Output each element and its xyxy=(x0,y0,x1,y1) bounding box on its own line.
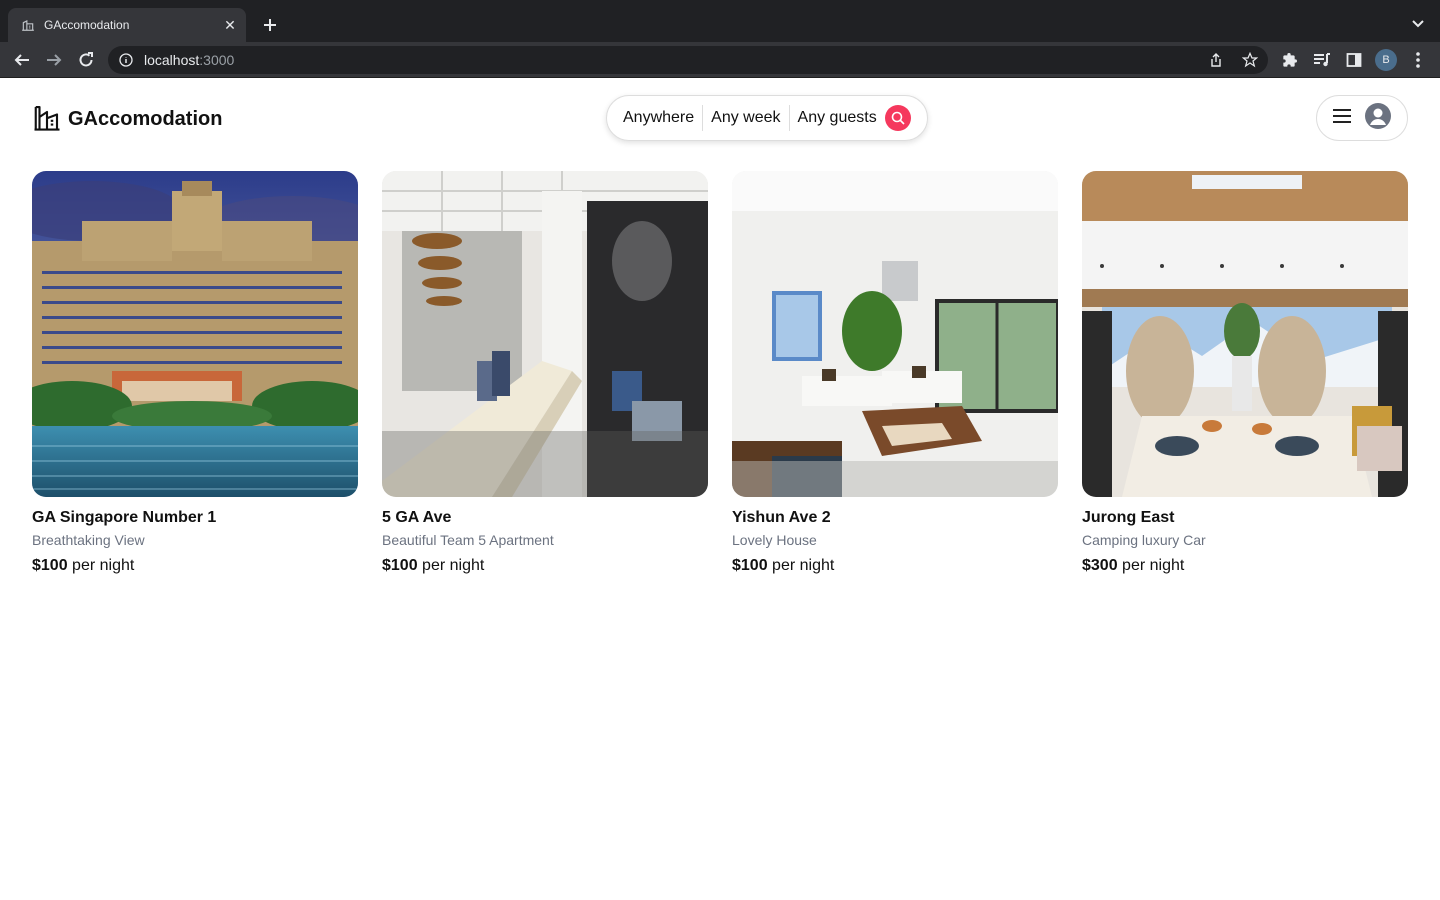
browser-menu-kebab-icon[interactable] xyxy=(1406,48,1430,72)
listing-subtitle: Breathtaking View xyxy=(32,532,145,548)
search-divider xyxy=(702,105,704,131)
listing-price-unit: per night xyxy=(422,557,485,574)
extensions-puzzle-icon[interactable] xyxy=(1278,48,1302,72)
search-button[interactable] xyxy=(884,105,911,131)
url-text: localhost:3000 xyxy=(144,52,234,68)
listing-photo-living-room[interactable] xyxy=(732,171,1058,497)
listing-photo-camper[interactable] xyxy=(1082,171,1408,497)
search-bar[interactable]: Anywhere Any week Any guests xyxy=(606,95,928,141)
search-who[interactable]: Any guests xyxy=(798,109,877,127)
search-when[interactable]: Any week xyxy=(711,109,780,127)
building-logo-icon xyxy=(32,102,62,137)
logo-text: GAccomodation xyxy=(68,108,223,130)
browser-tab-strip: GAccomodation ✕ xyxy=(0,0,1440,42)
back-arrow-icon[interactable] xyxy=(10,48,34,72)
listing-price: $100 per night xyxy=(32,557,358,575)
forward-arrow-icon[interactable] xyxy=(42,48,66,72)
new-tab-icon[interactable] xyxy=(258,13,282,37)
address-bar[interactable]: localhost:3000 xyxy=(108,46,1268,74)
site-info-icon[interactable] xyxy=(118,52,134,68)
url-port: :3000 xyxy=(199,52,235,68)
listing-price-unit: per night xyxy=(1122,557,1185,574)
search-icon xyxy=(891,111,905,125)
listing-subtitle: Lovely House xyxy=(732,532,817,548)
listing-photo-hotel[interactable] xyxy=(32,171,358,497)
listing-price-amount: $100 xyxy=(382,557,418,574)
listing-price-unit: per night xyxy=(772,557,835,574)
share-icon[interactable] xyxy=(1206,50,1226,70)
listing-price: $100 per night xyxy=(382,557,708,575)
bookmark-star-icon[interactable] xyxy=(1240,50,1260,70)
close-tab-icon[interactable]: ✕ xyxy=(220,15,240,35)
user-menu-button[interactable] xyxy=(1316,95,1408,141)
user-avatar-icon xyxy=(1364,102,1392,135)
search-where[interactable]: Anywhere xyxy=(623,109,694,127)
reload-icon[interactable] xyxy=(74,48,98,72)
listing-price-amount: $100 xyxy=(32,557,68,574)
building-favicon-icon xyxy=(20,17,36,33)
listing-card[interactable]: Yishun Ave 2 Lovely House $100 per night xyxy=(732,171,1058,575)
browser-tab[interactable]: GAccomodation ✕ xyxy=(8,8,246,42)
page-content: GAccomodation Anywhere Any week Any gues… xyxy=(0,79,1440,900)
listing-price-unit: per night xyxy=(72,557,135,574)
listing-photo-coworking[interactable] xyxy=(382,171,708,497)
browser-toolbar: localhost:3000 xyxy=(0,42,1440,78)
logo[interactable]: GAccomodation xyxy=(32,102,222,137)
listing-subtitle: Camping luxury Car xyxy=(1082,532,1206,548)
media-queue-icon[interactable] xyxy=(1310,48,1334,72)
search-divider xyxy=(788,105,790,131)
listing-card[interactable]: GA Singapore Number 1 Breathtaking View … xyxy=(32,171,358,575)
listing-subtitle: Beautiful Team 5 Apartment xyxy=(382,532,554,548)
listing-card[interactable]: Jurong East Camping luxury Car $300 per … xyxy=(1082,171,1408,575)
tab-search-chevron-icon[interactable] xyxy=(1408,14,1428,34)
hamburger-menu-icon xyxy=(1332,108,1352,129)
listing-price: $300 per night xyxy=(1082,557,1408,575)
listings-grid: GA Singapore Number 1 Breathtaking View … xyxy=(32,171,1408,575)
listing-card[interactable]: 5 GA Ave Beautiful Team 5 Apartment $100… xyxy=(382,171,708,575)
side-panel-icon[interactable] xyxy=(1342,48,1366,72)
listing-price-amount: $300 xyxy=(1082,557,1118,574)
listing-price-amount: $100 xyxy=(732,557,768,574)
listing-title: Jurong East xyxy=(1082,509,1175,526)
listing-price: $100 per night xyxy=(732,557,1058,575)
listing-title: Yishun Ave 2 xyxy=(732,509,831,526)
listing-title: GA Singapore Number 1 xyxy=(32,509,217,526)
listing-title: 5 GA Ave xyxy=(382,509,452,526)
tab-title: GAccomodation xyxy=(44,18,130,32)
url-host: localhost xyxy=(144,52,200,68)
profile-avatar[interactable]: B xyxy=(1375,49,1397,71)
